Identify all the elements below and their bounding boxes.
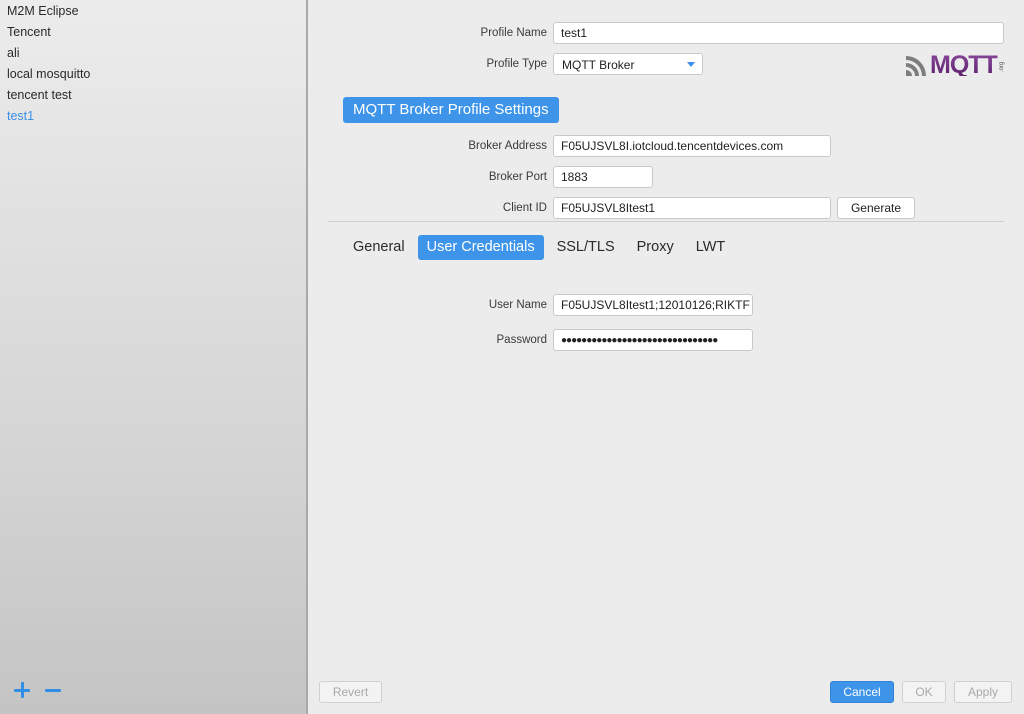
broker-port-label: Broker Port	[488, 171, 547, 183]
profile-item[interactable]: ali	[0, 43, 306, 64]
password-input[interactable]: ●●●●●●●●●●●●●●●●●●●●●●●●●●●●●●●	[553, 329, 753, 351]
ok-button[interactable]: OK	[902, 681, 946, 703]
broker-address-input[interactable]: F05UJSVL8I.iotcloud.tencentdevices.com	[553, 135, 831, 157]
client-id-input[interactable]: F05UJSVL8Itest1	[553, 197, 831, 219]
profile-type-value: MQTT Broker	[562, 58, 635, 72]
profile-type-select[interactable]: MQTT Broker	[553, 53, 703, 75]
profile-type-label: Profile Type	[486, 58, 547, 70]
profile-list: M2M Eclipse Tencent ali local mosquitto …	[0, 0, 306, 127]
profile-settings-panel: Profile Name test1 Profile Type MQTT Bro…	[310, 0, 1024, 714]
logo-sub-text: .org	[999, 62, 1005, 72]
tab-ssl-tls[interactable]: SSL/TLS	[548, 235, 624, 260]
tab-proxy[interactable]: Proxy	[628, 235, 683, 260]
chevron-down-icon	[687, 62, 695, 67]
settings-tabs: General User Credentials SSL/TLS Proxy L…	[344, 235, 734, 260]
sidebar-actions	[13, 681, 62, 699]
apply-button[interactable]: Apply	[954, 681, 1012, 703]
tab-lwt[interactable]: LWT	[687, 235, 735, 260]
profile-name-input[interactable]: test1	[553, 22, 1004, 44]
tab-general[interactable]: General	[344, 235, 414, 260]
profile-sidebar: M2M Eclipse Tencent ali local mosquitto …	[0, 0, 308, 714]
profile-item[interactable]: Tencent	[0, 22, 306, 43]
broker-address-label: Broker Address	[468, 140, 547, 152]
profile-item[interactable]: M2M Eclipse	[0, 1, 306, 22]
generate-button[interactable]: Generate	[837, 197, 915, 219]
logo-text: MQTT	[930, 51, 998, 76]
section-title: MQTT Broker Profile Settings	[343, 97, 559, 123]
client-id-label: Client ID	[502, 202, 547, 214]
mqtt-logo: MQTT .org	[906, 50, 1006, 79]
divider	[328, 221, 1004, 222]
password-label: Password	[496, 334, 548, 346]
minus-icon[interactable]	[44, 681, 62, 699]
mqtt-logo-graphic: MQTT .org	[906, 51, 1005, 79]
cancel-button[interactable]: Cancel	[830, 681, 894, 703]
plus-icon[interactable]	[13, 681, 31, 699]
profile-item[interactable]: tencent test	[0, 85, 306, 106]
profile-name-label: Profile Name	[480, 27, 547, 39]
username-input[interactable]: F05UJSVL8Itest1;12010126;RIKTF	[553, 294, 753, 316]
broker-port-input[interactable]: 1883	[553, 166, 653, 188]
profile-item-selected[interactable]: test1	[0, 106, 306, 127]
profile-item[interactable]: local mosquitto	[0, 64, 306, 85]
tab-user-credentials[interactable]: User Credentials	[417, 235, 544, 260]
username-label: User Name	[488, 299, 547, 311]
revert-button[interactable]: Revert	[319, 681, 382, 703]
